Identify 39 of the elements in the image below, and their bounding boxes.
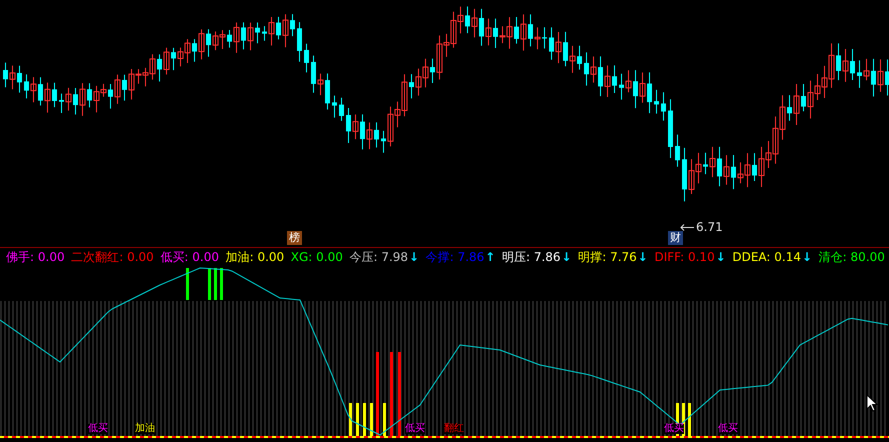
indicator-reading: XG: 0.00 [290, 250, 343, 264]
indicator-reading: DIFF: 0.10 [654, 250, 715, 264]
indicator-reading: 今压: 7.98 [349, 248, 408, 266]
low-price-label: 6.71 [696, 220, 723, 234]
mouse-cursor-icon [866, 394, 878, 412]
event-badge: 榜 [287, 231, 302, 245]
signal-bar [363, 403, 366, 437]
signal-marker: 低买 [88, 424, 108, 434]
signal-bar [220, 268, 223, 300]
event-badge: 财 [668, 231, 683, 245]
indicator-reading: 二次翻红: 0.00 [71, 248, 154, 266]
indicator-reading: DDEA: 0.14 [732, 250, 802, 264]
signal-bar [208, 268, 211, 300]
signal-bar [688, 403, 691, 437]
indicator-reading: 明压: 7.86 [502, 248, 561, 266]
trend-arrow: ↓ [562, 250, 572, 264]
signal-bar [356, 403, 359, 437]
trend-arrow: ↓ [802, 250, 812, 264]
signal-marker: 翻红 [444, 424, 464, 434]
indicator-reading: 低买: 0.00 [160, 248, 219, 266]
signal-marker: 加油 [135, 424, 155, 434]
indicator-reading: 加油: 0.00 [226, 248, 284, 266]
signal-marker: 低买 [405, 424, 425, 434]
indicator-reading: 明撑: 7.76 [578, 248, 637, 266]
signal-bar [370, 403, 373, 437]
signal-bar [349, 403, 352, 437]
signal-marker: 低买 [664, 424, 684, 434]
signal-bar [214, 268, 217, 300]
trend-arrow: ↓ [638, 250, 648, 264]
signal-marker: 低买 [718, 424, 738, 434]
trend-arrow: ↑ [485, 250, 496, 264]
indicator-reading: 今撑: 7.86 [426, 248, 484, 266]
trend-arrow: ↓ [409, 250, 420, 264]
indicator-reading: 佛手: 0.00 [6, 248, 65, 266]
left-arrow-icon [680, 224, 694, 230]
signal-bar [186, 268, 189, 300]
signal-bar [383, 403, 386, 437]
trend-arrow: ↓ [716, 250, 726, 264]
indicator-reading: 清仓: 80.00 [818, 248, 885, 266]
